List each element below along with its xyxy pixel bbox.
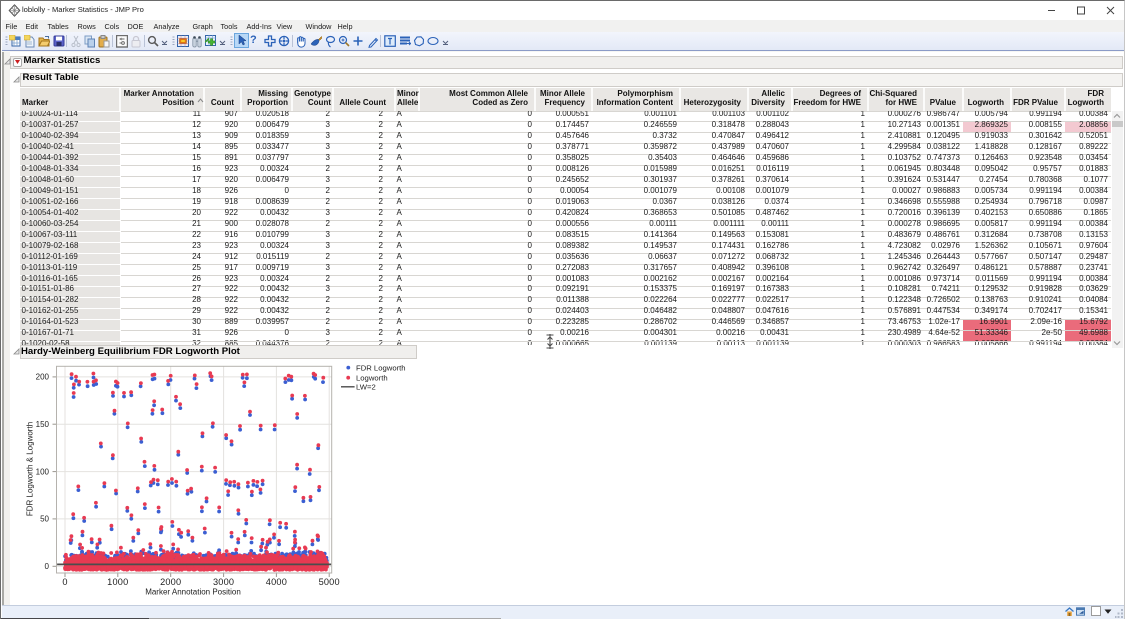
svg-text:1000: 1000 [107,577,128,587]
svg-text:Logworth: Logworth [356,374,388,383]
svg-text:FDR Logworth & Logworth: FDR Logworth & Logworth [26,422,35,516]
svg-text:2000: 2000 [160,577,181,587]
svg-text:150: 150 [36,420,50,429]
svg-text:0: 0 [45,562,50,571]
svg-text:LW=2: LW=2 [356,383,376,392]
svg-text:50: 50 [40,515,49,524]
svg-text:3000: 3000 [213,577,234,587]
svg-text:Marker Annotation Position: Marker Annotation Position [145,587,241,596]
svg-text:200: 200 [36,373,50,382]
svg-text:FDR Logworth: FDR Logworth [356,364,406,373]
svg-text:4000: 4000 [266,577,287,587]
svg-text:0: 0 [62,577,67,587]
svg-text:100: 100 [36,467,50,476]
svg-text:5000: 5000 [319,577,340,587]
